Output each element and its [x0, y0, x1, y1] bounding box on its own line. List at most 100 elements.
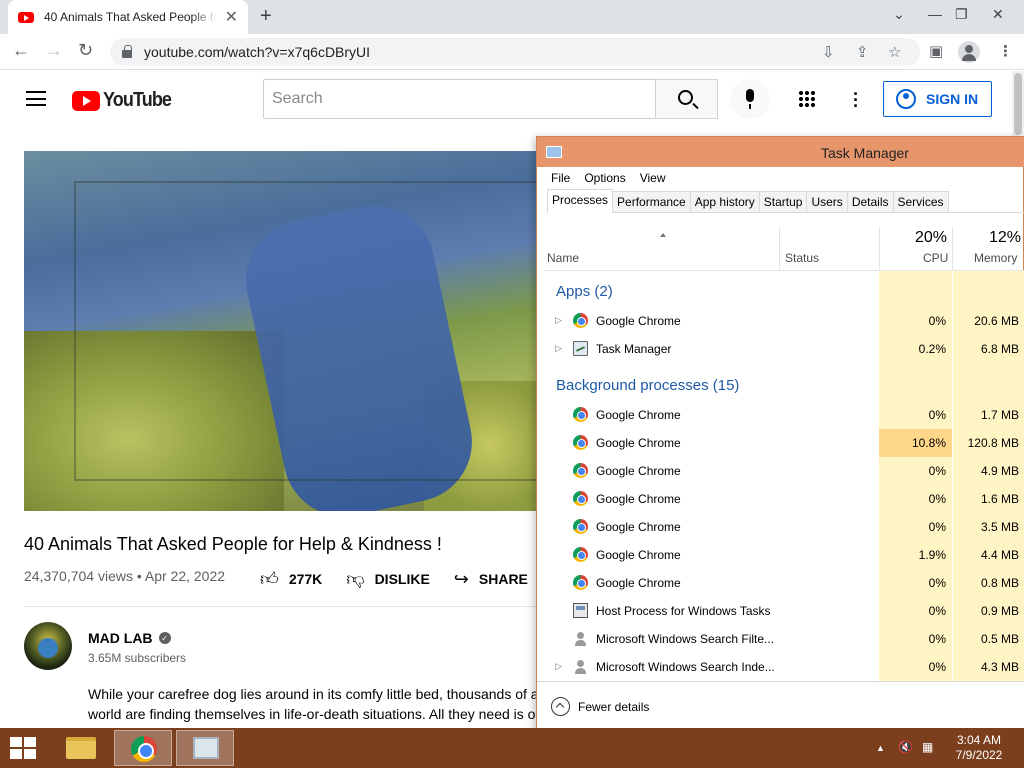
settings-menu-icon[interactable]: · · ·	[853, 85, 859, 115]
process-row[interactable]: ▷ Google Chrome 0% 20.6 MB	[545, 307, 1024, 335]
taskbar-clock[interactable]: 3:04 AM 7/9/2022	[948, 733, 1010, 763]
cpu-total[interactable]: 20%	[915, 229, 947, 247]
process-row[interactable]: Google Chrome 10.8% 120.8 MB	[545, 429, 1024, 457]
install-app-icon[interactable]: ⇩	[822, 43, 835, 61]
tab-startup[interactable]: Startup	[758, 191, 808, 212]
memory-total[interactable]: 12%	[989, 229, 1021, 247]
channel-name[interactable]: MAD LAB ✓	[88, 630, 171, 646]
like-button[interactable]: 👍︎ 277K	[260, 568, 322, 590]
lock-icon[interactable]	[122, 44, 132, 58]
video-player[interactable]	[24, 151, 536, 511]
process-row[interactable]: ▷ Microsoft Windows Search Inde... 0% 4.…	[545, 653, 1024, 681]
process-row[interactable]: Microsoft Windows Search Filte... 0% 0.5…	[545, 625, 1024, 653]
share-button[interactable]: ↪ SHARE	[454, 569, 528, 590]
column-cpu[interactable]: CPU	[923, 251, 948, 265]
tab-details[interactable]: Details	[846, 191, 894, 212]
chrome-icon	[573, 519, 588, 534]
channel-avatar[interactable]	[24, 622, 72, 670]
search-placeholder: Search	[272, 90, 323, 107]
video-title: 40 Animals That Asked People for Help & …	[24, 534, 442, 554]
process-memory: 20.6 MB	[974, 314, 1019, 328]
side-panel-icon[interactable]: ▣	[929, 42, 943, 60]
process-name: Microsoft Windows Search Inde...	[596, 660, 775, 674]
tab-app-history[interactable]: App history	[689, 191, 760, 212]
tab-services[interactable]: Services	[892, 191, 949, 212]
search-input[interactable]: Search	[263, 79, 656, 119]
process-row[interactable]: Google Chrome 1.9% 4.4 MB	[545, 541, 1024, 569]
process-row[interactable]: Google Chrome 0% 0.8 MB	[545, 569, 1024, 597]
search-filter-icon	[573, 631, 588, 646]
process-row[interactable]: Google Chrome 0% 1.7 MB	[545, 401, 1024, 429]
tab-close-icon[interactable]: ✕	[225, 7, 238, 27]
channel-name-text[interactable]: MAD LAB	[88, 630, 153, 646]
process-cpu: 0.2%	[918, 342, 946, 356]
column-status[interactable]: Status	[785, 251, 819, 265]
column-name[interactable]: Name	[547, 251, 579, 265]
process-memory: 120.8 MB	[967, 436, 1019, 450]
taskbar-chrome[interactable]	[114, 730, 172, 766]
tab-users[interactable]: Users	[806, 191, 848, 212]
minimize-button[interactable]: —	[928, 6, 942, 22]
process-cpu: 1.9%	[918, 548, 946, 562]
share-icon[interactable]: ⇪	[856, 43, 869, 61]
tab-performance[interactable]: Performance	[612, 191, 691, 212]
tray-overflow-icon[interactable]: ▲	[876, 743, 885, 753]
browser-toolbar: ← → ↻ youtube.com/watch?v=x7q6cDBryUI ⇩ …	[0, 34, 1024, 70]
column-divider	[779, 227, 780, 271]
tab-search-icon[interactable]: ⌄	[893, 6, 905, 23]
hamburger-menu-icon[interactable]	[26, 91, 46, 106]
search-icon	[678, 90, 693, 105]
search-button[interactable]	[655, 79, 718, 119]
dislike-button[interactable]: 👎︎ DISLIKE	[346, 568, 430, 590]
forward-arrow-icon[interactable]: →	[45, 40, 63, 61]
like-count: 277K	[288, 571, 323, 587]
process-row[interactable]: Google Chrome 0% 4.9 MB	[545, 457, 1024, 485]
browser-tab[interactable]: 40 Animals That Asked People for Help & …	[8, 0, 248, 34]
expand-chevron-icon[interactable]: ▷	[555, 661, 562, 672]
browser-tab-strip: 40 Animals That Asked People for Help & …	[0, 0, 1024, 34]
process-row[interactable]: Host Process for Windows Tasks 0% 0.9 MB	[545, 597, 1024, 625]
process-row[interactable]: Google Chrome 0% 1.6 MB	[545, 485, 1024, 513]
address-bar[interactable]: youtube.com/watch?v=x7q6cDBryUI ⇩ ⇪ ☆	[110, 38, 920, 66]
process-memory: 1.7 MB	[980, 408, 1019, 422]
apps-grid-icon[interactable]	[798, 90, 816, 108]
expand-chevron-icon[interactable]: ▷	[555, 343, 562, 354]
youtube-logo[interactable]: YouTube	[72, 89, 179, 112]
process-row[interactable]: Google Chrome 0% 3.5 MB	[545, 513, 1024, 541]
restore-button[interactable]: ❐	[955, 6, 968, 23]
reload-icon[interactable]: ↻	[78, 40, 93, 61]
url-text[interactable]: youtube.com/watch?v=x7q6cDBryUI	[144, 44, 370, 60]
sign-in-button[interactable]: SIGN IN	[883, 81, 992, 117]
task-manager-titlebar[interactable]: Task Manager	[537, 137, 1024, 167]
browser-menu-icon[interactable]: ⋮	[998, 42, 1013, 60]
menu-view[interactable]: View	[640, 171, 666, 185]
column-memory[interactable]: Memory	[974, 251, 1017, 265]
expand-chevron-icon[interactable]: ▷	[555, 315, 562, 326]
close-window-button[interactable]: ✕	[992, 6, 1004, 23]
menu-file[interactable]: File	[551, 171, 570, 185]
taskbar-task-manager[interactable]	[176, 730, 234, 766]
process-list: Apps (2) ▷ Google Chrome 0% 20.6 MB ▷ Ta…	[545, 271, 1024, 681]
process-row[interactable]: ▷ Task Manager 0.2% 6.8 MB	[545, 335, 1024, 363]
bookmark-star-icon[interactable]: ☆	[888, 43, 901, 61]
dislike-label: DISLIKE	[374, 571, 430, 587]
tab-processes[interactable]: Processes	[547, 189, 614, 213]
back-arrow-icon[interactable]: ←	[12, 40, 30, 61]
network-icon[interactable]: ▦	[922, 740, 933, 754]
volume-muted-icon[interactable]: 🔇	[898, 740, 913, 754]
tab-title: 40 Animals That Asked People for Help & …	[44, 10, 217, 24]
video-meta: 24,370,704 views • Apr 22, 2022	[24, 568, 226, 584]
chrome-icon	[573, 575, 588, 590]
taskbar-file-explorer[interactable]	[52, 730, 110, 766]
description-line: While your carefree dog lies around in i…	[88, 686, 536, 702]
windows-start-icon[interactable]	[10, 737, 38, 761]
scrollbar-thumb[interactable]	[1014, 73, 1022, 135]
clock-time: 3:04 AM	[956, 733, 1002, 747]
microphone-icon[interactable]	[730, 79, 770, 119]
fewer-details-button[interactable]: Fewer details	[551, 697, 649, 716]
task-manager-title: Task Manager	[821, 145, 909, 161]
new-tab-button[interactable]: +	[260, 5, 272, 28]
profile-avatar-icon[interactable]	[958, 41, 980, 63]
menu-options[interactable]: Options	[584, 171, 625, 185]
folder-icon	[66, 737, 96, 759]
